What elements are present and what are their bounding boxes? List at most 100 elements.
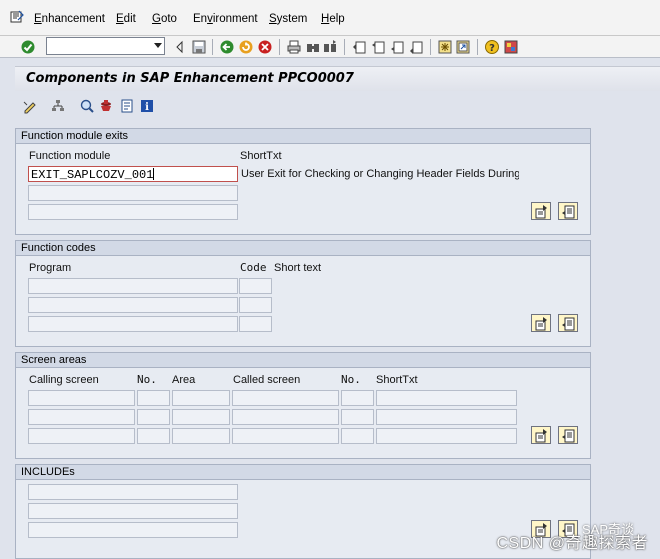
short-text-field[interactable] (376, 390, 517, 406)
called-screen-field[interactable] (232, 428, 339, 444)
called-screen-field[interactable] (232, 390, 339, 406)
area-field[interactable] (172, 409, 230, 425)
last-page-icon[interactable] (408, 39, 424, 55)
number-field[interactable] (341, 428, 374, 444)
include-field[interactable] (28, 503, 238, 519)
delete-row-button[interactable] (558, 314, 578, 332)
calling-screen-column-header: Calling screen (29, 374, 99, 386)
delete-row-icon (562, 205, 575, 219)
number-field[interactable] (341, 390, 374, 406)
where-used-icon[interactable] (79, 98, 95, 114)
function-module-value: EXIT_SAPLCOZV_001 (31, 168, 154, 182)
shortcut-icon[interactable] (455, 39, 471, 55)
program-field[interactable] (28, 278, 238, 294)
watermark: CSDN @奇趣探索者 (496, 535, 648, 552)
group-title: Function codes (16, 241, 590, 256)
short-text-field[interactable] (376, 409, 517, 425)
insert-row-icon (535, 317, 547, 331)
menu-goto[interactable]: Goto (152, 13, 177, 25)
number-column-header: No. (341, 373, 361, 386)
application-toolbar: i (15, 91, 660, 121)
chevron-down-icon[interactable] (154, 43, 162, 48)
function-module-field[interactable] (28, 185, 238, 201)
area-field[interactable] (172, 390, 230, 406)
number-field[interactable] (137, 428, 170, 444)
insert-row-icon (535, 429, 547, 443)
insert-row-button[interactable] (531, 314, 551, 332)
delete-row-button[interactable] (558, 426, 578, 444)
calling-screen-field[interactable] (28, 390, 135, 406)
include-field[interactable] (28, 522, 238, 538)
enter-icon[interactable] (20, 39, 36, 55)
toolbar-separator (279, 39, 280, 55)
new-session-icon[interactable] (437, 39, 453, 55)
find-icon[interactable] (305, 39, 321, 55)
number-field[interactable] (137, 390, 170, 406)
help-icon[interactable]: ? (484, 39, 500, 55)
delete-row-icon (562, 317, 575, 331)
toolbar-separator (212, 39, 213, 55)
customize-layout-icon[interactable] (503, 39, 519, 55)
svg-text:i: i (145, 102, 149, 113)
delete-row-button[interactable] (558, 202, 578, 220)
insert-row-button[interactable] (531, 202, 551, 220)
menu-system[interactable]: System (269, 13, 307, 25)
function-module-field[interactable] (28, 204, 238, 220)
code-field[interactable] (239, 297, 272, 313)
save-icon[interactable] (191, 39, 207, 55)
delete-row-icon (562, 429, 575, 443)
documentation-icon[interactable] (119, 98, 135, 114)
function-module-field[interactable]: EXIT_SAPLCOZV_001 (28, 166, 238, 182)
menu-enhancement[interactable]: Enhancement (34, 13, 105, 25)
short-text-column-header: Short text (274, 262, 322, 274)
code-field[interactable] (239, 316, 272, 332)
number-field[interactable] (137, 409, 170, 425)
display-change-icon[interactable] (22, 98, 38, 114)
menu-help[interactable]: Help (321, 13, 345, 25)
insert-row-icon (535, 205, 547, 219)
menu-environment[interactable]: Environment (193, 13, 258, 25)
program-field[interactable] (28, 297, 238, 313)
text-cursor (153, 168, 155, 180)
area-column-header: Area (172, 374, 196, 386)
exit-icon[interactable] (238, 39, 254, 55)
group-title: Screen areas (16, 353, 590, 368)
insert-row-button[interactable] (531, 426, 551, 444)
screen-title-bar: Components in SAP Enhancement PPCO0007 (15, 66, 660, 91)
back-icon[interactable] (219, 39, 235, 55)
cancel-icon[interactable] (257, 39, 273, 55)
program-column-header: Program (29, 262, 72, 274)
first-page-icon[interactable] (351, 39, 367, 55)
area-field[interactable] (172, 428, 230, 444)
function-codes-group: Function codes Program Code Short text (15, 240, 591, 347)
svg-text:?: ? (489, 43, 495, 54)
short-text-value: User Exit for Checking or Changing Heade… (241, 168, 519, 180)
short-text-field[interactable] (376, 428, 517, 444)
called-screen-field[interactable] (232, 409, 339, 425)
program-field[interactable] (28, 316, 238, 332)
print-icon[interactable] (286, 39, 302, 55)
calling-screen-field[interactable] (28, 428, 135, 444)
next-page-icon[interactable] (389, 39, 405, 55)
triangle-left-icon[interactable] (172, 39, 188, 55)
command-field[interactable] (46, 37, 165, 55)
short-text-column-header: ShortTxt (240, 150, 282, 162)
include-field[interactable] (28, 484, 238, 500)
number-column-header: No. (137, 373, 157, 386)
short-text-column-header: ShortTxt (376, 374, 418, 386)
menu-system-icon[interactable] (10, 10, 24, 24)
info-icon[interactable]: i (139, 98, 155, 114)
code-column-header: Code (240, 261, 267, 274)
menu-edit[interactable]: Edit (116, 13, 136, 25)
number-field[interactable] (341, 409, 374, 425)
called-screen-column-header: Called screen (233, 374, 301, 386)
standard-toolbar: ? (0, 36, 660, 58)
find-next-icon[interactable] (322, 39, 338, 55)
function-module-exits-group: Function module exits Function module Sh… (15, 128, 591, 235)
toolbar-separator (477, 39, 478, 55)
prev-page-icon[interactable] (370, 39, 386, 55)
hierarchy-icon[interactable] (50, 98, 66, 114)
code-field[interactable] (239, 278, 272, 294)
other-object-icon[interactable] (98, 98, 114, 114)
calling-screen-field[interactable] (28, 409, 135, 425)
